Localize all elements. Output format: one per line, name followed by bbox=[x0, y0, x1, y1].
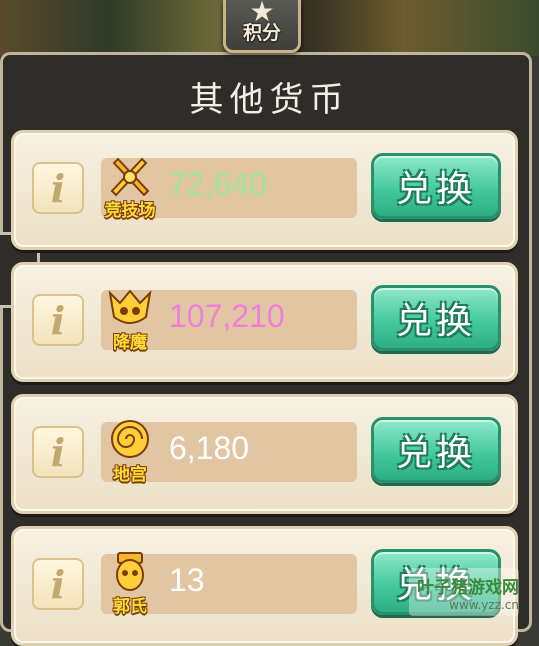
info-button[interactable]: i bbox=[32, 162, 84, 214]
info-icon: i bbox=[50, 561, 66, 607]
currency-row-demon: i 降魔 107,210 兑换 bbox=[11, 262, 518, 382]
currency-value: 107,210 bbox=[169, 298, 285, 334]
info-button[interactable]: i bbox=[32, 558, 84, 610]
panel-title: 其他货币 bbox=[189, 80, 350, 120]
star-icon: ★ bbox=[249, 0, 275, 28]
info-icon: i bbox=[50, 165, 66, 211]
coin-label: 地宫 bbox=[113, 465, 147, 485]
info-icon: i bbox=[50, 429, 66, 475]
info-icon: i bbox=[50, 297, 66, 343]
info-button[interactable]: i bbox=[32, 426, 84, 478]
exchange-button[interactable]: 兑换 bbox=[371, 153, 501, 219]
dungeon-coin-icon: 地宫 bbox=[100, 415, 160, 485]
coin-label: 竞技场 bbox=[104, 201, 156, 221]
info-button[interactable]: i bbox=[32, 294, 84, 346]
currency-value: 72,640 bbox=[169, 166, 267, 202]
site-watermark: 叶子猪游戏网 www.yzz.cn bbox=[409, 568, 519, 616]
currency-value: 13 bbox=[169, 562, 205, 598]
currency-row-dungeon: i 地宫 6,180 兑换 bbox=[11, 394, 518, 514]
score-tab[interactable]: ★ 积分 bbox=[223, 0, 301, 53]
exchange-button-label: 兑换 bbox=[395, 169, 476, 210]
exchange-button-label: 兑换 bbox=[395, 301, 476, 342]
exchange-button-label: 兑换 bbox=[395, 433, 476, 474]
arena-coin-icon: 竞技场 bbox=[100, 151, 160, 221]
coin-label: 郭氏 bbox=[113, 597, 147, 617]
guo-coin-icon: 郭氏 bbox=[100, 547, 160, 617]
watermark-title: 叶子猪游戏网 bbox=[417, 577, 519, 598]
exchange-button[interactable]: 兑换 bbox=[371, 417, 501, 483]
demon-coin-icon: 降魔 bbox=[100, 283, 160, 353]
coin-label: 降魔 bbox=[113, 333, 147, 353]
currency-value: 6,180 bbox=[169, 430, 250, 466]
currency-row-arena: i 竞技场 72,640 兑换 bbox=[11, 130, 518, 250]
watermark-url: www.yzz.cn bbox=[449, 597, 519, 612]
exchange-button[interactable]: 兑换 bbox=[371, 285, 501, 351]
